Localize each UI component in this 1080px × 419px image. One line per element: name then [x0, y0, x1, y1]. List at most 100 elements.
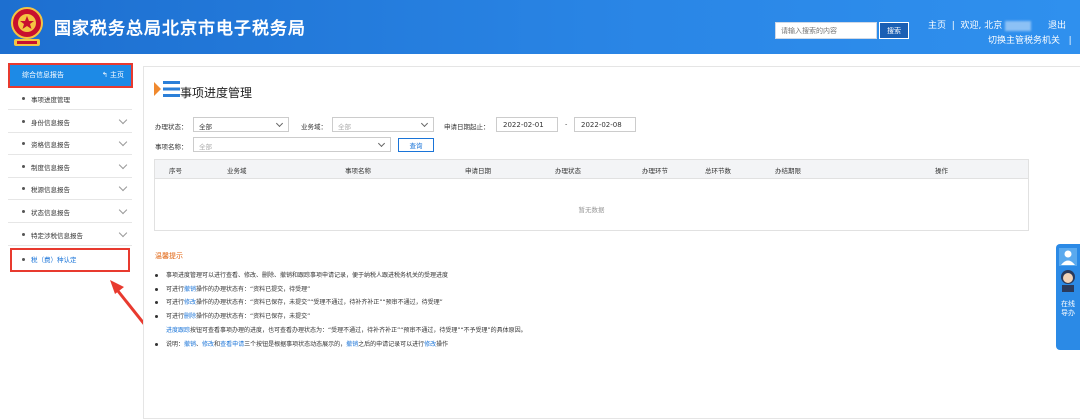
tip-text: 可进行 [166, 299, 185, 306]
item-name-select-value: 全部 [199, 143, 212, 151]
business-label: 业务域： [301, 123, 327, 131]
sidebar-item[interactable]: 特定涉税信息报告 [8, 224, 132, 246]
bullet-icon [155, 343, 158, 346]
sidebar-item-label: 特定涉税信息报告 [31, 231, 83, 240]
tip-text: 之后的申请记录可以进行 [358, 341, 425, 348]
tip-line: 可进行撤销操作的办理状态有：“资料已提交，待受理” [155, 284, 310, 293]
home-link[interactable]: 主页 [928, 18, 946, 31]
tip-text: 可进行 [166, 313, 185, 320]
tip-link[interactable]: 进度跟踪 [166, 327, 190, 334]
progress-table: 序号 业务域 事项名称 申请日期 办理状态 办理环节 总环节数 办结期限 操作 暂无数据 [154, 159, 1029, 231]
tip-text: 操作 [436, 341, 449, 348]
service-agent-icon [1061, 270, 1075, 292]
item-name-select[interactable]: 全部 [193, 137, 391, 152]
chevron-down-icon [377, 139, 386, 148]
online-guide-label: 在线导办 [1061, 300, 1075, 317]
person-icon [1059, 248, 1077, 266]
sidebar-item[interactable]: 事项进度管理 [8, 88, 132, 110]
site-title: 国家税务总局北京市电子税务局 [54, 19, 306, 39]
highlight-box-sidebar-header [8, 63, 133, 88]
table-header: 序号 业务域 事项名称 申请日期 办理状态 办理环节 总环节数 办结期限 操作 [155, 160, 1028, 179]
table-header-cell: 申请日期 [465, 167, 491, 175]
chevron-down-icon [118, 137, 128, 147]
table-header-cell: 业务域 [227, 167, 247, 175]
highlight-box-tax-category [10, 248, 130, 272]
switch-authority-label: 切换主管税务机关 [988, 36, 1061, 46]
status-select-value: 全部 [199, 123, 212, 131]
date-separator: - [565, 120, 568, 128]
sidebar-item[interactable]: 税源信息报告 [8, 178, 132, 200]
business-select-value: 全部 [338, 123, 351, 131]
tip-link[interactable]: 修改 [184, 299, 196, 306]
tip-link[interactable]: 撤销 [184, 341, 196, 348]
table-header-cell: 序号 [169, 167, 182, 175]
chevron-down-icon [420, 119, 429, 128]
tip-text: 三个按钮是根据事项状态动态展示的， [244, 341, 347, 348]
tip-line: 可进行修改操作的办理状态有：“资料已保存，未提交”“受理不通过，待补齐补正”“预… [155, 297, 443, 306]
bullet-icon [22, 233, 25, 236]
tip-link[interactable]: 删除 [184, 313, 196, 320]
sidebar-item-label: 税源信息报告 [31, 185, 70, 194]
search-button[interactable]: 搜索 [879, 22, 909, 39]
chevron-down-icon [118, 205, 128, 215]
chevron-down-icon [118, 115, 128, 125]
sidebar-item[interactable]: 资格信息报告 [8, 133, 132, 155]
list-progress-icon [154, 81, 180, 97]
bullet-icon [22, 97, 25, 100]
tip-text: 操作的办理状态有：“资料已保存，未提交”“受理不通过，待补齐补正”“预审不通过，… [196, 299, 443, 306]
tip-text: 按钮可查看事项办理的进度，也可查看办理状态为：“受理不通过，待补齐补正”“预审不… [190, 327, 527, 334]
switch-authority-link[interactable]: 切换主管税务机关 | [988, 33, 1072, 46]
sidebar-item[interactable]: 状态信息报告 [8, 201, 132, 223]
sidebar-item[interactable]: 制度信息报告 [8, 156, 132, 178]
sidebar-item-label: 资格信息报告 [31, 140, 70, 149]
date-from-input[interactable]: 2022-02-01 [496, 117, 558, 132]
page-title: 事项进度管理 [180, 86, 253, 100]
tip-text: 可进行 [166, 286, 185, 293]
tips-title: 温馨提示 [155, 252, 183, 260]
bullet-icon [155, 301, 158, 304]
chevron-down-icon [118, 228, 128, 238]
national-emblem-icon [11, 7, 43, 46]
tip-link[interactable]: 修改 [202, 341, 214, 348]
tip-link[interactable]: 撤销 [184, 286, 196, 293]
sidebar-item-label: 状态信息报告 [31, 208, 70, 217]
nav-divider: | [948, 21, 958, 31]
sidebar-item-label: 身份信息报告 [31, 118, 70, 127]
table-header-cell: 操作 [935, 167, 948, 175]
table-header-cell: 办结期限 [775, 167, 801, 175]
search-input[interactable] [775, 22, 877, 39]
status-select[interactable]: 全部 [193, 117, 289, 132]
bullet-icon [22, 210, 25, 213]
bullet-icon [22, 120, 25, 123]
bullet-icon [155, 274, 158, 277]
tip-link[interactable]: 查看申请 [220, 341, 244, 348]
bullet-icon [22, 187, 25, 190]
tip-line: 说明：撤销、修改和查看申请三个按钮是根据事项状态动态展示的，撤销之后的申请记录可… [155, 339, 448, 348]
sidebar-item[interactable]: 身份信息报告 [8, 111, 132, 133]
sidebar-item-label: 事项进度管理 [31, 95, 70, 104]
business-select[interactable]: 全部 [332, 117, 434, 132]
tip-line: 进度跟踪按钮可查看事项办理的进度，也可查看办理状态为：“受理不通过，待补齐补正”… [166, 325, 527, 334]
status-label: 办理状态： [155, 123, 188, 131]
sidebar-item-label: 制度信息报告 [31, 163, 70, 172]
bullet-icon [155, 315, 158, 318]
date-to-input[interactable]: 2022-02-08 [574, 117, 636, 132]
top-header: 国家税务总局北京市电子税务局 搜索 主页 | 欢迎, 北京 切换主管税务机关 |… [0, 0, 1080, 54]
bullet-icon [155, 288, 158, 291]
bullet-icon [22, 165, 25, 168]
tip-text: 事项进度管理可以进行查看、修改、删除、撤销和跟踪事项申请记录，便于纳税人跟进税务… [166, 272, 449, 279]
redacted-username [1005, 20, 1032, 31]
tip-link[interactable]: 撤销 [346, 341, 358, 348]
query-button[interactable]: 查询 [398, 138, 434, 152]
date-range-label: 申请日期起止： [444, 123, 490, 131]
tip-text: 操作的办理状态有：“资料已保存，未提交” [196, 313, 311, 320]
tip-text: 说明： [166, 341, 185, 348]
tip-line: 事项进度管理可以进行查看、修改、删除、撤销和跟踪事项申请记录，便于纳税人跟进税务… [155, 270, 448, 279]
tip-link[interactable]: 修改 [424, 341, 436, 348]
table-header-cell: 办理状态 [555, 167, 581, 175]
logout-link[interactable]: 退出 [1048, 18, 1066, 31]
chevron-down-icon [275, 119, 284, 128]
welcome-text: 欢迎, 北京 [960, 21, 1003, 31]
table-header-cell: 总环节数 [705, 167, 731, 175]
table-header-cell: 事项名称 [345, 167, 371, 175]
